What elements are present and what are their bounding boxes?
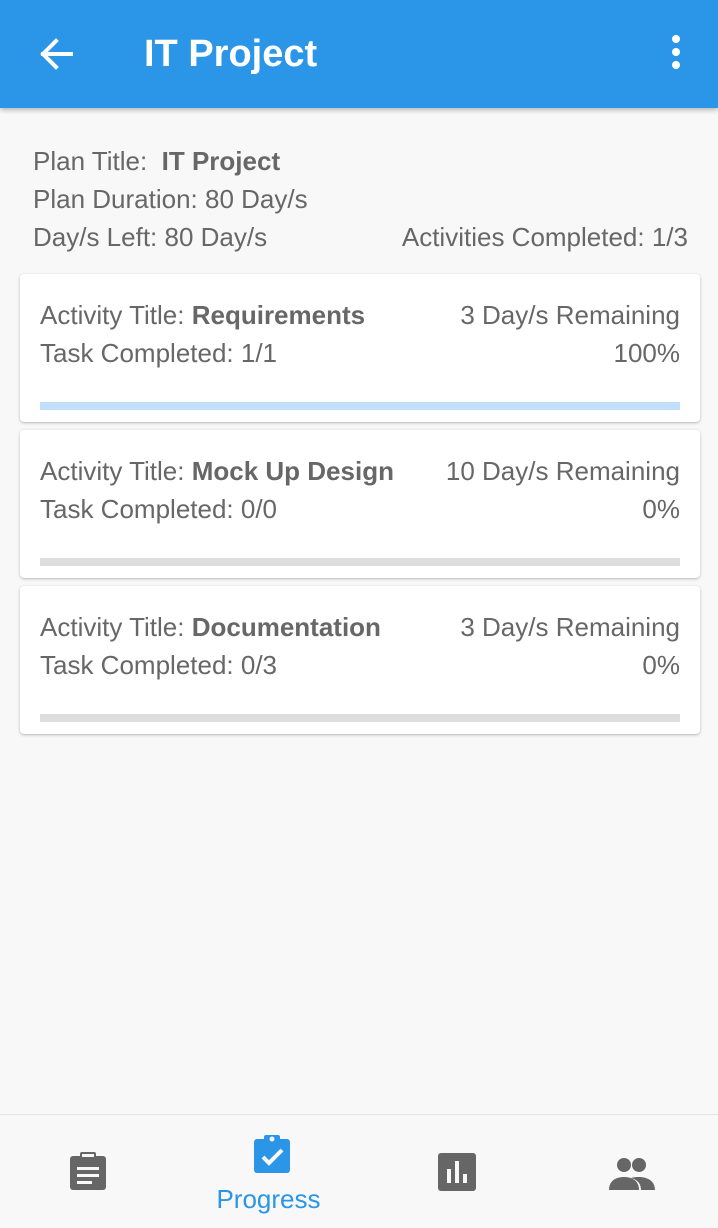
nav-item-progress[interactable]: Progress xyxy=(179,1115,358,1228)
activity-percent: 0% xyxy=(642,650,680,680)
nav-item-members[interactable] xyxy=(537,1115,716,1228)
activities-completed: Activities Completed: 1/3 xyxy=(401,222,688,252)
activity-card[interactable]: Activity Title: Requirements 3 Day/s Rem… xyxy=(20,274,700,422)
activity-title-label: Activity Title: xyxy=(40,456,185,486)
app-bar: IT Project xyxy=(0,0,718,108)
plan-days-left: Day/s Left: 80 Day/s xyxy=(33,222,268,252)
activity-progress-bar xyxy=(40,558,680,566)
plan-days-row: Day/s Left: 80 Day/s Activities Complete… xyxy=(33,218,688,256)
activity-percent: 0% xyxy=(642,494,680,524)
bottom-navigation: Progress xyxy=(0,1114,718,1228)
activity-tasks: Task Completed: 0/3 xyxy=(40,650,278,680)
activity-remaining: 10 Day/s Remaining xyxy=(445,456,680,486)
activity-tasks: Task Completed: 0/0 xyxy=(40,494,278,524)
people-icon xyxy=(609,1158,655,1190)
plan-title-label: Plan Title: xyxy=(33,146,148,176)
activity-title-label: Activity Title: xyxy=(40,300,185,330)
activity-progress-bar xyxy=(40,714,680,722)
page-title: IT Project xyxy=(144,33,318,75)
activity-title: Activity Title: Documentation xyxy=(40,608,381,646)
activity-progress-fill xyxy=(40,402,680,410)
nav-item-plans[interactable] xyxy=(0,1115,179,1228)
activity-title: Activity Title: Requirements xyxy=(40,296,365,334)
bar-chart-icon xyxy=(438,1153,476,1191)
nav-label-progress: Progress xyxy=(216,1184,321,1214)
activity-card[interactable]: Activity Title: Mock Up Design 10 Day/s … xyxy=(20,430,700,578)
plan-title-value: IT Project xyxy=(161,146,281,176)
plan-summary: Plan Title: IT Project Plan Duration: 80… xyxy=(33,142,688,256)
activity-progress-bar xyxy=(40,402,680,410)
activity-remaining: 3 Day/s Remaining xyxy=(460,612,680,642)
plan-title-row: Plan Title: IT Project xyxy=(33,142,688,180)
clipboard-check-icon xyxy=(254,1135,290,1173)
activity-tasks: Task Completed: 1/1 xyxy=(40,338,278,368)
clipboard-icon xyxy=(70,1152,106,1190)
nav-item-statistics[interactable] xyxy=(358,1115,537,1228)
more-vert-icon[interactable] xyxy=(654,26,698,82)
activity-title-value: Requirements xyxy=(191,300,366,330)
activity-title-value: Documentation xyxy=(191,612,381,642)
activity-card[interactable]: Activity Title: Documentation 3 Day/s Re… xyxy=(20,586,700,734)
activity-title-label: Activity Title: xyxy=(40,612,185,642)
activity-title: Activity Title: Mock Up Design xyxy=(40,452,394,490)
plan-duration: Plan Duration: 80 Day/s xyxy=(33,184,308,214)
arrow-back-icon[interactable] xyxy=(28,26,84,82)
activity-remaining: 3 Day/s Remaining xyxy=(460,300,680,330)
plan-duration-row: Plan Duration: 80 Day/s xyxy=(33,180,688,218)
activity-percent: 100% xyxy=(613,338,681,368)
activity-title-value: Mock Up Design xyxy=(191,456,394,486)
